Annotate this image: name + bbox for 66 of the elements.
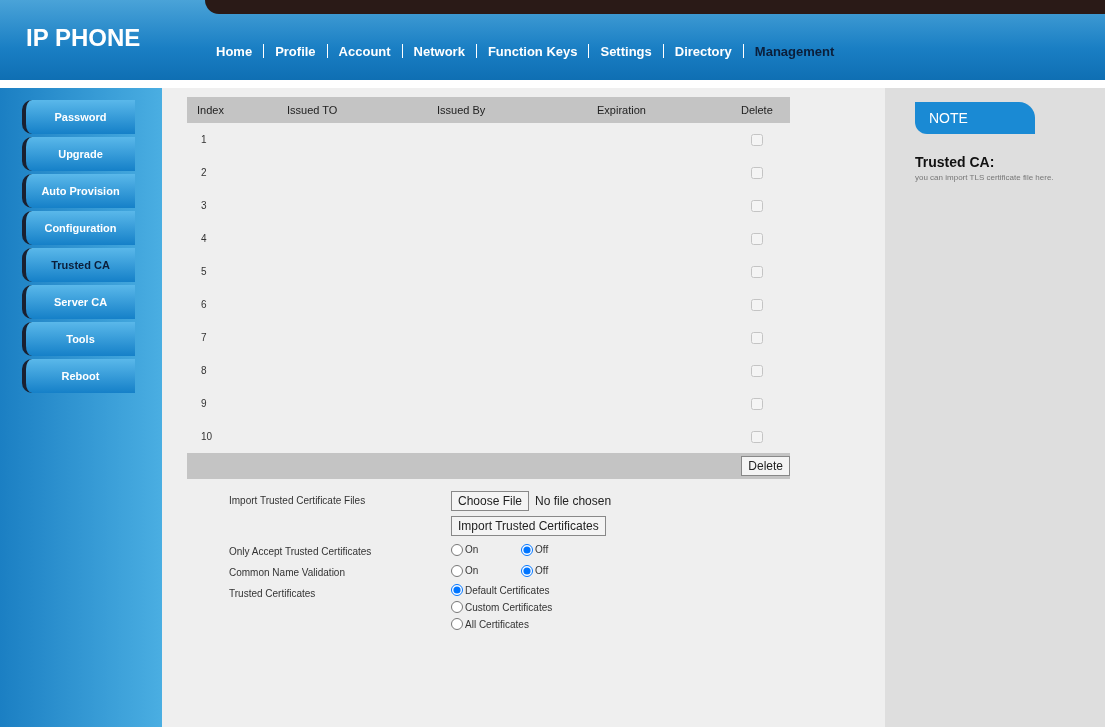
field-label: Only Accept Trusted Certificates [229,545,373,557]
column-header: Index [196,104,225,116]
note-title: Trusted CA: [915,154,996,170]
radio-button[interactable] [451,584,463,596]
table-cell-text: 1 [200,134,208,145]
nav-link[interactable]: Function Keys [487,43,578,59]
nav-link[interactable]: Profile [275,43,316,59]
sidebar-item[interactable]: Server CA [22,285,135,319]
field-label: Common Name Validation [229,566,346,578]
sidebar-item[interactable]: Auto Provision [22,174,135,208]
radio-option[interactable]: On [451,543,515,556]
table-cell-text: 2 [200,167,208,178]
radio-option[interactable]: Custom Certificates [451,601,553,613]
radio-button[interactable] [521,543,533,556]
sidebar-item[interactable]: Trusted CA [22,248,135,282]
sidebar-item[interactable]: Upgrade [22,137,135,171]
checkbox[interactable] [751,298,763,311]
column-header: Issued TO [287,104,339,116]
checkbox[interactable] [751,265,763,278]
nav-link[interactable]: Network [413,43,465,59]
nav-link[interactable]: Management [754,43,835,59]
table-cell-text: 4 [200,233,208,244]
column-header: Issued By [437,104,487,116]
note-text: you can import TLS certificate file here. [915,173,1055,182]
sidebar-item[interactable]: Configuration [22,211,135,245]
nav-link[interactable]: Directory [674,43,732,59]
radio-button[interactable] [451,564,463,577]
table-cell-text: 6 [200,299,208,310]
sidebar-item[interactable]: Password [22,100,135,134]
table-cell-text: 5 [200,266,208,277]
nav-link[interactable]: Account [338,43,391,59]
field-label: Import Trusted Certificate Files [229,494,367,508]
checkbox[interactable] [751,166,763,179]
checkbox[interactable] [751,133,763,146]
checkbox[interactable] [751,364,763,377]
choose-file-button[interactable]: Choose File [451,491,530,511]
radio-button[interactable] [521,564,533,577]
sidebar-item[interactable]: Tools [22,322,135,356]
table-cell-text: 7 [200,332,208,343]
radio-option[interactable]: Default Certificates [451,584,550,596]
sidebar-item[interactable]: Reboot [22,359,135,393]
column-header: Expiration [597,104,647,116]
delete-button[interactable]: Delete [741,456,790,476]
table-cell-text: 9 [200,398,208,409]
checkbox[interactable] [751,199,763,212]
file-status: No file chosen [535,494,612,508]
radio-button[interactable] [451,543,463,556]
checkbox[interactable] [751,430,763,443]
column-header: Delete [740,104,774,116]
logo: IP PHONE [25,23,142,53]
radio-button[interactable] [451,601,463,613]
field-label: Trusted Certificates [229,587,317,601]
nav-link[interactable]: Home [216,43,253,59]
radio-option[interactable]: Off [521,543,585,556]
table-cell-text: 8 [200,365,208,376]
nav-link[interactable]: Settings [600,43,652,59]
checkbox[interactable] [751,331,763,344]
checkbox[interactable] [751,232,763,245]
table-cell-text: 10 [200,431,214,442]
radio-option[interactable]: On [451,564,515,577]
import-button[interactable]: Import Trusted Certificates [451,516,606,536]
radio-option[interactable]: All Certificates [451,618,529,630]
radio-option[interactable]: Off [521,564,585,577]
checkbox[interactable] [751,397,763,410]
table-cell-text: 3 [200,200,208,211]
radio-button[interactable] [451,618,463,630]
